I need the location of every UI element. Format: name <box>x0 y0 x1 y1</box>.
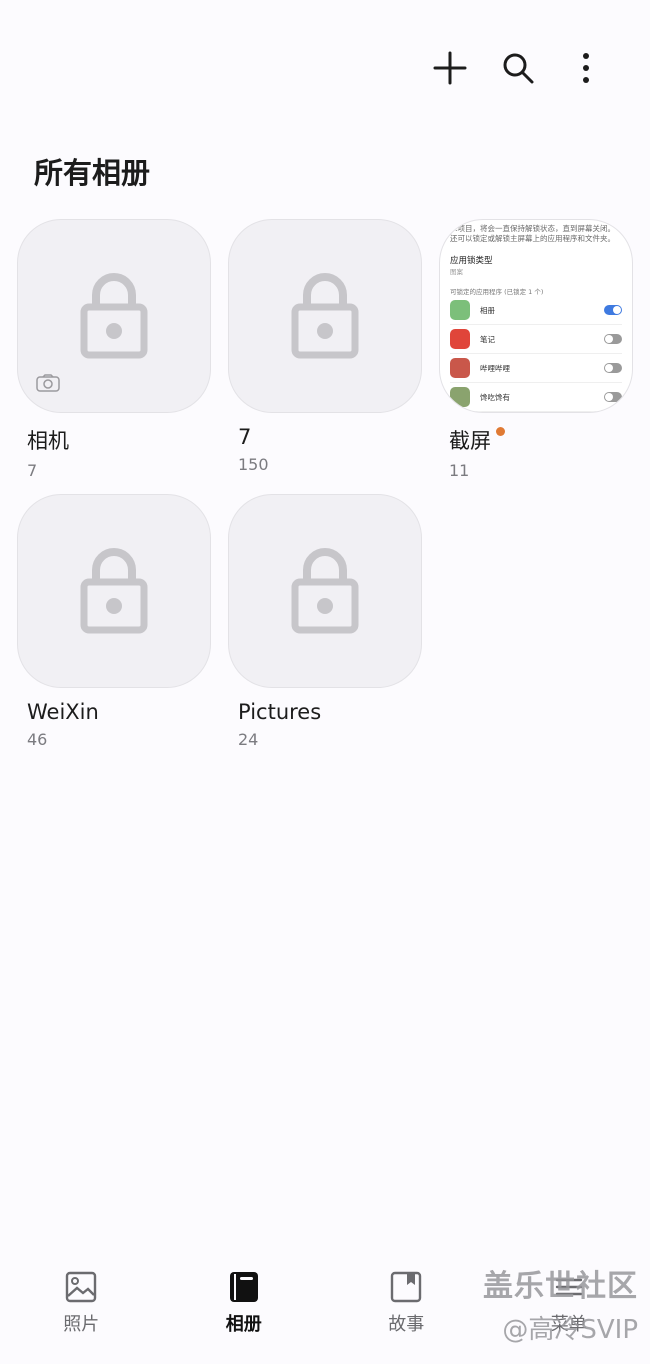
album-count: 11 <box>449 461 470 480</box>
lock-icon <box>80 273 148 359</box>
album-weixin[interactable]: WeiXin 46 <box>17 494 211 749</box>
preview-app-label: 相册 <box>480 305 495 315</box>
album-camera[interactable]: 相机 7 <box>17 219 211 480</box>
preview-text: …项目，将会一直保持解锁状态，直到屏幕关闭。 <box>450 224 615 233</box>
bottom-navigation: 照片 相册 故事 菜单 <box>0 1254 650 1364</box>
search-icon[interactable] <box>494 44 542 92</box>
camera-badge-icon <box>36 374 60 396</box>
food-app-icon <box>450 387 470 407</box>
nav-albums[interactable]: 相册 <box>163 1254 326 1364</box>
album-thumbnail[interactable] <box>17 219 211 413</box>
lock-icon <box>291 273 359 359</box>
album-pictures[interactable]: Pictures 24 <box>228 494 422 749</box>
menu-icon <box>555 1278 582 1296</box>
album-name: WeiXin <box>27 700 99 724</box>
preview-app-label: 哔哩哔哩 <box>480 363 510 373</box>
album-count: 24 <box>238 730 259 749</box>
preview-app-row: 馋吃馋有 <box>450 383 622 412</box>
album-thumbnail[interactable] <box>228 219 422 413</box>
notes-app-icon <box>450 329 470 349</box>
stories-icon <box>391 1271 422 1303</box>
nav-photos[interactable]: 照片 <box>0 1254 163 1364</box>
album-name: 7 <box>238 425 252 449</box>
album-name: 截屏 <box>449 425 633 455</box>
preview-text: 还可以锁定或解锁主屏幕上的应用程序和文件夹。 <box>450 234 615 243</box>
preview-section-title: 应用锁类型 <box>450 256 493 266</box>
album-screenshots[interactable]: …项目，将会一直保持解锁状态，直到屏幕关闭。 还可以锁定或解锁主屏幕上的应用程序… <box>439 219 633 480</box>
top-action-bar <box>406 44 610 92</box>
album-count: 7 <box>27 461 38 480</box>
new-indicator-dot <box>496 427 505 436</box>
nav-label: 菜单 <box>550 1314 587 1335</box>
nav-menu[interactable]: 菜单 <box>488 1254 650 1364</box>
album-thumbnail[interactable] <box>17 494 211 688</box>
page-title: 所有相册 <box>34 156 151 190</box>
album-name: Pictures <box>238 700 322 724</box>
album-count: 46 <box>27 730 48 749</box>
gallery-app-icon <box>450 300 470 320</box>
album-icon <box>229 1272 258 1302</box>
add-icon[interactable] <box>426 44 474 92</box>
preview-app-row: 哔哩哔哩 <box>450 354 622 383</box>
album-name: 相机 <box>27 429 69 453</box>
album-thumbnail[interactable]: …项目，将会一直保持解锁状态，直到屏幕关闭。 还可以锁定或解锁主屏幕上的应用程序… <box>439 219 633 413</box>
album-thumbnail[interactable] <box>228 494 422 688</box>
preview-app-label: 笔记 <box>480 334 495 344</box>
photo-icon <box>66 1271 97 1303</box>
more-options-icon[interactable] <box>562 44 610 92</box>
lock-icon <box>291 548 359 634</box>
nav-label: 故事 <box>388 1314 425 1335</box>
toggle-switch <box>604 392 622 402</box>
nav-label: 照片 <box>63 1314 100 1335</box>
toggle-switch <box>604 363 622 373</box>
toggle-switch <box>604 334 622 344</box>
preview-section-sub: 图案 <box>450 268 463 276</box>
toggle-switch <box>604 305 622 315</box>
preview-app-label: 馋吃馋有 <box>480 392 510 402</box>
album-7[interactable]: 7 150 <box>228 219 422 474</box>
album-count: 150 <box>238 455 269 474</box>
nav-label: 相册 <box>225 1314 262 1335</box>
preview-list-header: 可锁定的应用程序 (已锁定 1 个) <box>450 288 544 296</box>
lock-icon <box>80 548 148 634</box>
bilibili-app-icon <box>450 358 470 378</box>
preview-app-row: 笔记 <box>450 325 622 354</box>
nav-stories[interactable]: 故事 <box>325 1254 488 1364</box>
preview-app-row: 相册 <box>450 296 622 325</box>
